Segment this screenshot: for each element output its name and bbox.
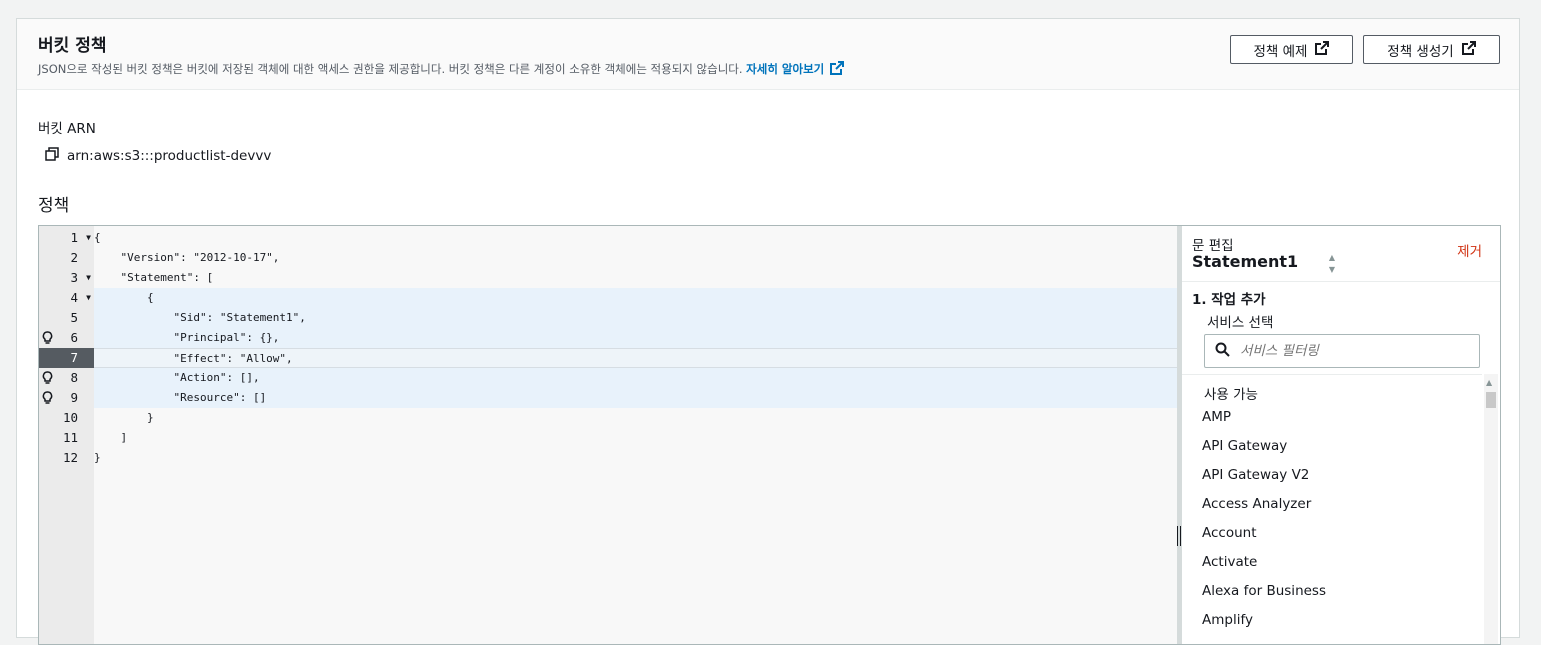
remove-statement-button[interactable]: 제거	[1457, 240, 1482, 260]
line-number-text: 5	[70, 310, 78, 325]
service-list-item[interactable]: Alexa for Business	[1202, 583, 1326, 599]
code-line[interactable]: {	[94, 228, 1177, 248]
line-number: 2	[39, 248, 94, 268]
code-line[interactable]: "Sid": "Statement1",	[94, 308, 1177, 328]
line-number: 8	[39, 368, 94, 388]
line-number: 1 ▼	[39, 228, 94, 248]
edit-statement-label: 문 편집	[1192, 238, 1234, 254]
learn-more-label: 자세히 알아보기	[746, 62, 825, 76]
line-number: 6	[39, 328, 94, 348]
bucket-arn-row: arn:aws:s3:::productlist-devvv	[45, 147, 271, 165]
policy-examples-label: 정책 예제	[1253, 43, 1308, 60]
bucket-arn-value: arn:aws:s3:::productlist-devvv	[67, 148, 272, 164]
line-number: 3 ▼	[39, 268, 94, 288]
service-list-item[interactable]: API Gateway	[1202, 438, 1287, 454]
policy-examples-button[interactable]: 정책 예제	[1230, 35, 1353, 64]
code-line[interactable]: "Principal": {},	[94, 328, 1177, 348]
fold-arrow-icon[interactable]: ▼	[86, 268, 91, 288]
service-list-item[interactable]: API Gateway V2	[1202, 467, 1309, 483]
line-number: 10	[39, 408, 94, 428]
line-number-text: 9	[70, 390, 78, 405]
line-number-text: 8	[70, 370, 78, 385]
code-line[interactable]: "Effect": "Allow",	[94, 348, 1177, 368]
policy-editor[interactable]: 1 ▼ 2 3 ▼ 4 ▼ 5 6 7 8 9 10 11 12 { "Version": "2012-10…	[38, 225, 1501, 645]
service-list-item[interactable]: AMP	[1202, 409, 1231, 425]
external-link-icon	[1315, 40, 1330, 59]
statement-editor-panel: 문 편집 Statement1 ▲▼ 제거 1. 작업 추가 서비스 선택 사용…	[1182, 226, 1500, 644]
fold-arrow-icon[interactable]: ▼	[86, 228, 91, 248]
bucket-arn-label: 버킷 ARN	[38, 121, 96, 137]
code-line[interactable]: }	[94, 408, 1177, 428]
code-line[interactable]: "Version": "2012-10-17",	[94, 248, 1177, 268]
external-link-icon	[1461, 40, 1476, 59]
code-line[interactable]: ]	[94, 428, 1177, 448]
service-list-item[interactable]: Account	[1202, 525, 1257, 541]
code-line[interactable]: "Statement": [	[94, 268, 1177, 288]
panel-header: 버킷 정책 JSON으로 작성된 버킷 정책은 버킷에 저장된 객체에 대한 액…	[17, 19, 1519, 90]
service-list-item[interactable]: Access Analyzer	[1202, 496, 1311, 512]
bucket-policy-panel: 버킷 정책 JSON으로 작성된 버킷 정책은 버킷에 저장된 객체에 대한 액…	[16, 18, 1520, 645]
code-area[interactable]: { "Version": "2012-10-17", "Statement": …	[94, 226, 1177, 644]
policy-generator-button[interactable]: 정책 생성기	[1363, 35, 1500, 64]
search-icon	[1215, 342, 1230, 361]
add-actions-step: 1. 작업 추가	[1192, 292, 1266, 308]
line-number-text: 3	[70, 270, 78, 285]
copy-icon[interactable]	[45, 147, 59, 165]
code-line[interactable]: "Action": [],	[94, 368, 1177, 388]
scroll-up-icon[interactable]: ▲	[1486, 378, 1492, 387]
fold-arrow-icon[interactable]: ▼	[86, 288, 91, 308]
page-description: JSON으로 작성된 버킷 정책은 버킷에 저장된 객체에 대한 액세스 권한을…	[38, 61, 845, 78]
service-list-item[interactable]: Amplify	[1202, 612, 1253, 628]
line-number: 7	[39, 348, 94, 368]
statement-header: 문 편집 Statement1 ▲ ▼ 제거	[1182, 226, 1500, 282]
external-link-icon	[830, 61, 845, 78]
learn-more-link[interactable]: 자세히 알아보기	[746, 61, 845, 78]
splitter-grip[interactable]	[1177, 526, 1181, 546]
editor-gutter: 1 ▼ 2 3 ▼ 4 ▼ 5 6 7 8 9 10 11 12	[39, 226, 94, 644]
line-number: 9	[39, 388, 94, 408]
code-line[interactable]: {	[94, 288, 1177, 308]
service-filter[interactable]	[1204, 334, 1480, 368]
scroll-thumb[interactable]	[1486, 392, 1496, 408]
line-number: 4 ▼	[39, 288, 94, 308]
line-number: 5	[39, 308, 94, 328]
policy-generator-label: 정책 생성기	[1387, 43, 1454, 60]
service-filter-input[interactable]	[1238, 342, 1462, 360]
service-list-scrollbar[interactable]: ▲	[1484, 374, 1498, 644]
code-line[interactable]: "Resource": []	[94, 388, 1177, 408]
policy-label: 정책	[38, 196, 70, 216]
line-number-text: 4	[70, 290, 78, 305]
statement-name: Statement1	[1192, 252, 1299, 271]
page-title: 버킷 정책	[38, 36, 107, 56]
available-services-header: 사용 가능	[1204, 387, 1258, 403]
line-number-text: 1	[70, 230, 78, 245]
line-number-text: 12	[62, 450, 78, 465]
line-number: 12	[39, 448, 94, 468]
line-number-text: 11	[62, 430, 78, 445]
statement-scroll-arrows[interactable]: ▲ ▼	[1326, 252, 1338, 280]
description-text: JSON으로 작성된 버킷 정책은 버킷에 저장된 객체에 대한 액세스 권한을…	[38, 62, 743, 76]
service-list-item[interactable]: Activate	[1202, 554, 1257, 570]
code-line[interactable]: }	[94, 448, 1177, 468]
select-service-label: 서비스 선택	[1207, 315, 1274, 331]
line-number-text: 7	[70, 350, 78, 365]
line-number-text: 2	[70, 250, 78, 265]
line-number: 11	[39, 428, 94, 448]
line-number-text: 6	[70, 330, 78, 345]
service-list: 사용 가능 AMP API Gateway API Gateway V2 Access…	[1182, 374, 1482, 644]
line-number-text: 10	[62, 410, 78, 425]
